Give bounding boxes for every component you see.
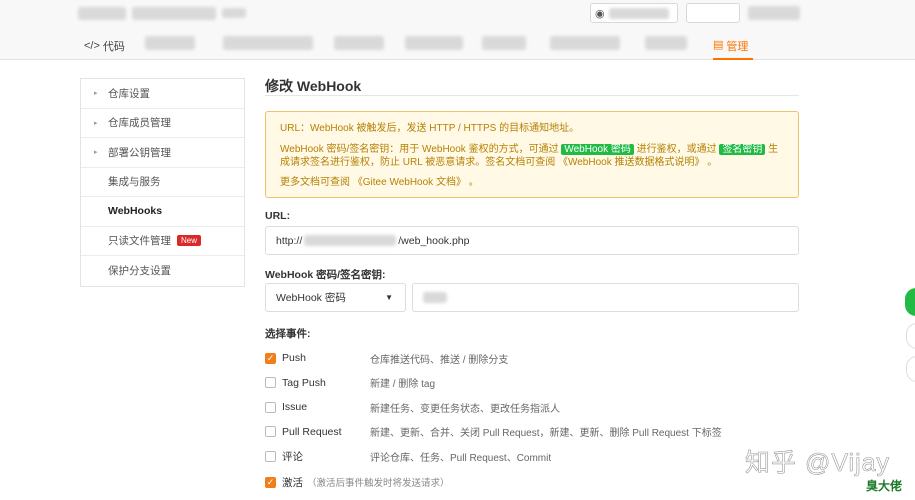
caret-right-icon: ▸ <box>94 149 98 157</box>
secret-label: WebHook 密码/签名密钥: <box>265 269 386 281</box>
info-notice: URL：WebHook 被触发后，发送 HTTP / HTTPS 的目标通知地址… <box>265 111 799 198</box>
notice-more-docs[interactable]: 更多文档可查阅 《Gitee WebHook 文档》 。 <box>280 176 784 189</box>
tab-blurred-3[interactable] <box>334 36 384 50</box>
floating-green-button[interactable] <box>905 288 915 316</box>
repo-tag-blurred <box>222 8 246 18</box>
tab-blurred-5[interactable] <box>482 36 526 50</box>
active-hint: （激活后事件触发时将发送请求） <box>307 478 450 489</box>
url-input[interactable]: http:// /web_hook.php <box>265 226 799 255</box>
tab-blurred-6[interactable] <box>550 36 620 50</box>
webhook-form: 修改 WebHook URL：WebHook 被触发后，发送 HTTP / HT… <box>265 70 799 490</box>
tag-push-checkbox[interactable] <box>265 377 276 389</box>
secret-input[interactable] <box>412 283 799 312</box>
sidebar-item-readonly-files[interactable]: 只读文件管理 New <box>81 227 244 256</box>
repo-owner-blurred <box>78 6 126 20</box>
sidebar-item-deploy-keys[interactable]: ▸ 部署公钥管理 <box>81 138 244 168</box>
floating-button-2[interactable] <box>906 323 915 349</box>
pull-request-checkbox[interactable] <box>265 426 276 438</box>
issue-checkbox[interactable] <box>265 401 276 413</box>
watch-button[interactable]: ◉ <box>590 3 678 23</box>
secret-value-blurred <box>423 292 447 303</box>
floating-button-3[interactable] <box>906 356 915 382</box>
tab-blurred-4[interactable] <box>405 36 463 50</box>
new-badge: New <box>177 235 202 247</box>
tab-code[interactable]: </> 代码 <box>84 38 125 54</box>
chip-signing-key: 签名密钥 <box>719 144 766 155</box>
repo-tabs: </> 代码 ▤ 管理 <box>0 34 915 60</box>
settings-icon: ▤ <box>713 39 724 51</box>
active-label: 激活 <box>282 476 303 489</box>
notice-secret: WebHook 密码/签名密钥：用于 WebHook 鉴权的方式，可通过 Web… <box>280 144 779 168</box>
event-row-push: ✓ Push 仓库推送代码、推送 / 删除分支 <box>265 352 509 366</box>
tab-blurred-7[interactable] <box>645 36 687 50</box>
watermark: 知乎 @Vijay <box>745 449 891 478</box>
top-bar: ◉ </> 代码 ▤ 管理 <box>0 0 915 60</box>
event-row-tag-push: Tag Push 新建 / 删除 tag <box>265 371 799 396</box>
secret-row: WebHook 密码 ▼ <box>265 283 799 312</box>
tab-manage[interactable]: ▤ 管理 <box>713 34 753 60</box>
repo-name-blurred <box>132 6 216 20</box>
caret-right-icon: ▸ <box>94 119 98 127</box>
settings-sidebar: ▸ 仓库设置 ▸ 仓库成员管理 ▸ 部署公钥管理 集成与服务 WebHooks … <box>80 78 245 287</box>
caret-right-icon: ▸ <box>94 90 98 98</box>
sidebar-item-webhooks[interactable]: WebHooks <box>81 197 244 227</box>
sidebar-item-members[interactable]: ▸ 仓库成员管理 <box>81 109 244 138</box>
active-row: ✓ 激活 （激活后事件触发时将发送请求） <box>265 475 799 490</box>
event-row-comment: 评论 评论仓库、任务、Pull Request、Commit <box>265 444 799 469</box>
event-row-pull-request: Pull Request 新建、更新、合并、关闭 Pull Request，新建… <box>265 420 799 445</box>
page-title: 修改 WebHook <box>265 70 799 96</box>
push-checkbox[interactable]: ✓ <box>265 352 276 364</box>
watermark-2: 臭大佬 <box>866 479 903 493</box>
eye-icon: ◉ <box>595 7 605 20</box>
tab-blurred-2[interactable] <box>223 36 313 50</box>
code-icon: </> <box>84 40 100 52</box>
events-label: 选择事件: <box>265 328 311 340</box>
comment-checkbox[interactable] <box>265 450 276 462</box>
fork-button[interactable] <box>748 6 800 20</box>
tab-blurred-1[interactable] <box>145 36 195 50</box>
star-button[interactable] <box>686 3 740 23</box>
dropdown-arrow-icon: ▼ <box>385 293 393 302</box>
repo-title[interactable] <box>78 4 246 22</box>
active-checkbox[interactable]: ✓ <box>265 476 276 488</box>
secret-type-select[interactable]: WebHook 密码 ▼ <box>265 283 406 312</box>
url-label: URL: <box>265 210 291 222</box>
event-row-issue: Issue 新建任务、变更任务状态、更改任务指派人 <box>265 395 799 420</box>
sidebar-item-integrations[interactable]: 集成与服务 <box>81 168 244 197</box>
sidebar-item-protected-branches[interactable]: 保护分支设置 <box>81 256 244 286</box>
sidebar-item-repo-settings[interactable]: ▸ 仓库设置 <box>81 79 244 109</box>
notice-url: URL：WebHook 被触发后，发送 HTTP / HTTPS 的目标通知地址… <box>280 123 580 134</box>
chip-webhook-password: WebHook 密码 <box>561 144 634 155</box>
url-host-blurred <box>304 235 397 246</box>
